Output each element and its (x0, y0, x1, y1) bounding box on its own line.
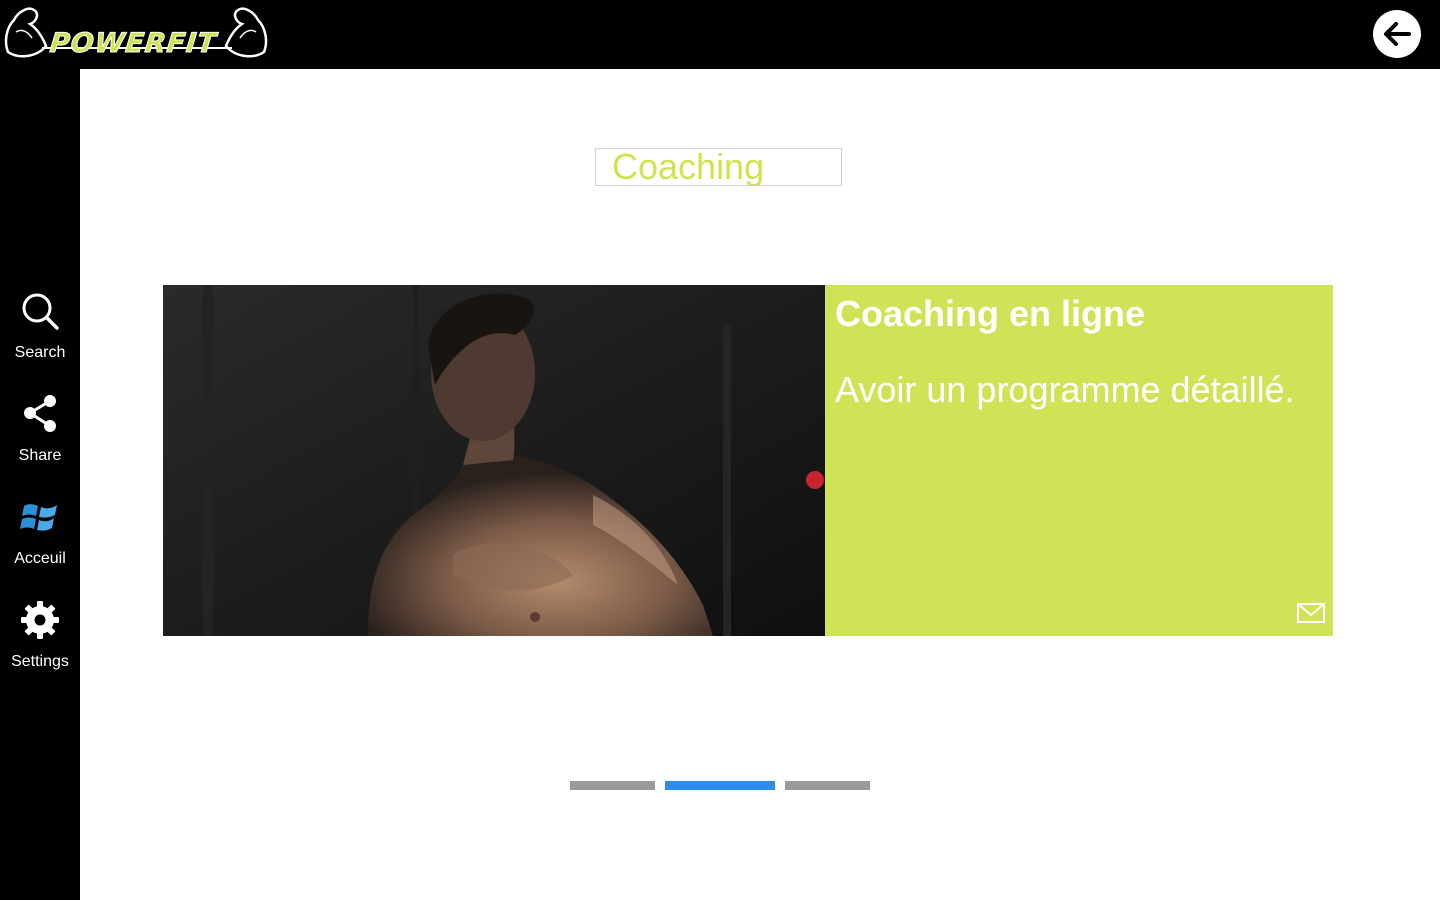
sidebar-nav: Search Share Acceuil Settings (0, 69, 80, 900)
search-input[interactable] (596, 149, 841, 185)
logo-text: POWERFIT (48, 28, 219, 60)
card-description: Avoir un programme détaillé. (835, 369, 1295, 410)
athlete-image (163, 285, 825, 636)
carousel-indicator-1[interactable] (570, 781, 655, 790)
card-title: Coaching en ligne (835, 293, 1146, 334)
sidebar-item-search[interactable]: Search (0, 291, 80, 381)
sidebar-item-label: Search (14, 344, 66, 361)
card-panel: Coaching en ligne Avoir un programme dét… (825, 285, 1333, 636)
search-icon (22, 293, 59, 330)
sidebar-item-settings[interactable]: Settings (0, 600, 80, 690)
sidebar-item-share[interactable]: Share (0, 394, 80, 484)
coaching-card[interactable]: Coaching en ligne Avoir un programme dét… (163, 285, 1333, 636)
app-header: POWERFIT (0, 0, 1440, 69)
gear-icon (21, 601, 59, 639)
athlete-photo (163, 285, 825, 636)
share-icon (24, 395, 56, 432)
carousel-indicator-3[interactable] (785, 781, 870, 790)
sidebar-item-label: Share (18, 447, 62, 464)
sidebar-item-label: Acceuil (14, 550, 66, 567)
mail-icon[interactable] (1297, 603, 1325, 623)
arrow-left-icon (1384, 22, 1411, 46)
sidebar-item-acceuil[interactable]: Acceuil (0, 497, 80, 587)
back-button[interactable] (1373, 10, 1421, 58)
carousel-indicator-2-active[interactable] (665, 781, 775, 790)
search-box (595, 148, 842, 186)
sidebar-item-label: Settings (11, 653, 69, 670)
windows-logo-icon (20, 504, 57, 531)
powerfit-logo[interactable]: POWERFIT (2, 2, 272, 62)
